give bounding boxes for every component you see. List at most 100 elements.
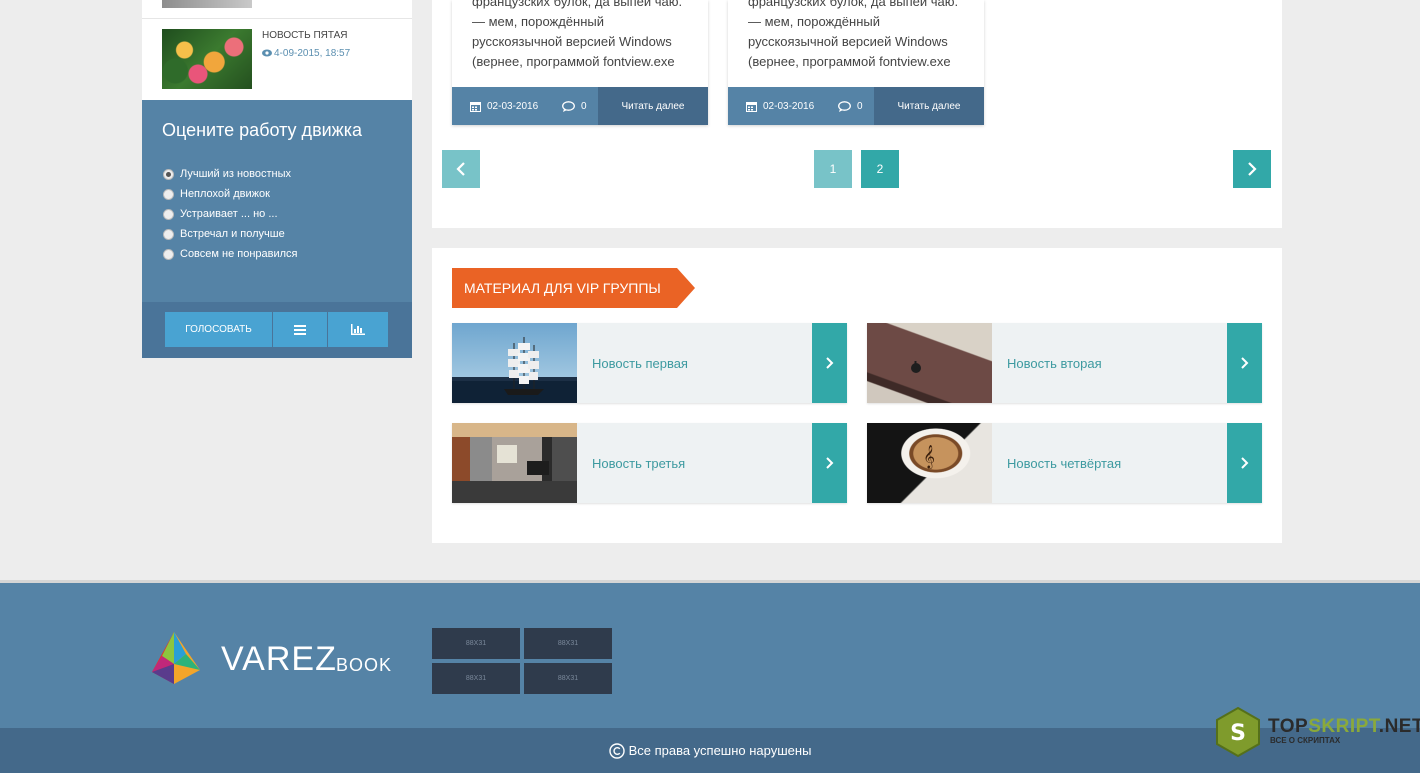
logo-title[interactable]: VAREZ (221, 640, 337, 679)
news-card-text: французских булок, да выпей чаю. — мем, … (748, 0, 959, 69)
banner-slot[interactable]: 88X31 (432, 663, 520, 694)
vip-heading-arrow (676, 268, 695, 308)
sidebar-news-block: Новость пятая 4-09-2015, 18:57 (142, 0, 412, 100)
vip-heading-label: Материал для VIP группы (452, 268, 677, 308)
poll-option[interactable]: Встречал и получше (163, 224, 298, 244)
news-list-block: французских булок, да выпей чаю. — мем, … (432, 0, 1282, 228)
news-title-link[interactable]: Новость пятая (262, 30, 348, 41)
vip-item[interactable]: Новость первая (452, 323, 847, 403)
poll-results-button[interactable] (328, 312, 388, 347)
radio-button[interactable] (163, 188, 174, 200)
poll-option[interactable]: Лучший из новостных (163, 164, 298, 184)
vip-item-thumbnail[interactable] (452, 423, 577, 503)
vip-item[interactable]: Новость вторая (867, 323, 1262, 403)
banner-slot[interactable]: 88X31 (524, 628, 612, 659)
comment-icon (838, 100, 851, 112)
vip-block: Материал для VIP группы Новость первая (432, 248, 1282, 543)
site-logo-icon[interactable] (148, 630, 204, 686)
poll-list-button[interactable] (273, 312, 327, 347)
poll-option[interactable]: Устраивает ... но ... (163, 204, 298, 224)
news-thumbnail[interactable] (162, 0, 252, 8)
poll-options: Лучший из новостных Неплохой движок Устр… (163, 164, 298, 264)
news-card: французских булок, да выпей чаю. — мем, … (728, 0, 984, 125)
comment-icon (562, 100, 575, 112)
news-date-text: 4-09-2015, 18:57 (274, 48, 351, 59)
card-comments-count: 0 (581, 100, 587, 112)
ship-image (504, 337, 544, 395)
pagination-page-2[interactable]: 2 (861, 150, 899, 188)
card-date: 02-03-2016 (746, 87, 814, 125)
chevron-right-icon (826, 457, 834, 469)
copyright: Все права успешно нарушены (0, 728, 1420, 773)
divider (142, 18, 412, 19)
footer (0, 580, 1420, 728)
vip-item-title[interactable]: Новость четвёртая (1007, 423, 1121, 503)
vip-item-open-button[interactable] (812, 423, 847, 503)
vip-item-open-button[interactable] (812, 323, 847, 403)
vip-item-open-button[interactable] (1227, 323, 1262, 403)
pagination-prev-button[interactable] (442, 150, 480, 188)
eye-icon (262, 49, 272, 57)
copyright-text: Все права успешно нарушены (628, 743, 812, 758)
svg-text:𝄞: 𝄞 (923, 444, 935, 469)
poll-widget: Оцените работу движка Лучший из новостны… (142, 100, 412, 358)
watermark-title-a: TOP (1268, 716, 1309, 737)
read-more-button[interactable]: Читать далее (598, 87, 708, 125)
poll-option-label: Неплохой движок (180, 188, 270, 200)
read-more-button[interactable]: Читать далее (874, 87, 984, 125)
radio-button[interactable] (163, 228, 174, 240)
bar-chart-icon (351, 324, 365, 335)
copyright-icon (608, 742, 625, 759)
card-comments[interactable]: 0 (562, 87, 587, 125)
vip-item-open-button[interactable] (1227, 423, 1262, 503)
coffee-cup-image: 𝄞 (923, 444, 935, 469)
vip-item[interactable]: Новость третья (452, 423, 847, 503)
chevron-left-icon (456, 162, 465, 176)
poll-option[interactable]: Совсем не понравился (163, 244, 298, 264)
vip-item-title[interactable]: Новость первая (592, 323, 688, 403)
poll-option[interactable]: Неплохой движок (163, 184, 298, 204)
radio-button[interactable] (163, 248, 174, 260)
vote-button[interactable]: Голосовать (165, 312, 272, 347)
poll-title: Оцените работу движка (162, 120, 363, 140)
news-card-text: французских булок, да выпей чаю. — мем, … (472, 0, 683, 69)
chevron-right-icon (1241, 457, 1249, 469)
vip-item-title[interactable]: Новость вторая (1007, 323, 1102, 403)
apple-logo-image (911, 361, 921, 373)
radio-button[interactable] (163, 168, 174, 180)
poll-option-label: Встречал и получше (180, 228, 285, 240)
banner-slot[interactable]: 88X31 (432, 628, 520, 659)
chevron-right-icon (826, 357, 834, 369)
vip-item-title[interactable]: Новость третья (592, 423, 685, 503)
calendar-icon (470, 101, 481, 112)
watermark-title: TOPSKRIPT.NET (1268, 716, 1420, 738)
topskript-logo-icon: S (1216, 706, 1260, 758)
vip-item-thumbnail[interactable] (867, 323, 992, 403)
chevron-right-icon (1248, 162, 1257, 176)
pagination-next-button[interactable] (1233, 150, 1271, 188)
radio-button[interactable] (163, 208, 174, 220)
pagination-page-1[interactable]: 1 (814, 150, 852, 188)
poll-option-label: Лучший из новостных (180, 168, 292, 180)
card-comments[interactable]: 0 (838, 87, 863, 125)
news-thumbnail[interactable] (162, 29, 252, 89)
svg-text:S: S (1230, 721, 1246, 746)
chevron-right-icon (1241, 357, 1249, 369)
list-icon (294, 324, 306, 335)
news-card: французских булок, да выпей чаю. — мем, … (452, 0, 708, 125)
news-card-footer: 02-03-2016 0 Читать далее (452, 87, 708, 125)
interior-image (452, 445, 577, 503)
news-card-footer: 02-03-2016 0 Читать далее (728, 87, 984, 125)
card-date-text: 02-03-2016 (487, 100, 539, 112)
watermark-title-c: .NET (1378, 716, 1420, 737)
poll-option-label: Устраивает ... но ... (180, 208, 278, 220)
watermark-title-b: SKRIPT (1308, 716, 1379, 737)
vip-item-thumbnail[interactable] (452, 323, 577, 403)
banner-slot[interactable]: 88X31 (524, 663, 612, 694)
watermark-tagline: ВСЕ О СКРИПТАХ (1270, 736, 1341, 745)
vip-item-thumbnail[interactable]: 𝄞 (867, 423, 992, 503)
poll-option-label: Совсем не понравился (180, 248, 298, 260)
news-date: 4-09-2015, 18:57 (262, 48, 350, 59)
vip-item[interactable]: 𝄞 Новость четвёртая (867, 423, 1262, 503)
calendar-icon (746, 101, 757, 112)
